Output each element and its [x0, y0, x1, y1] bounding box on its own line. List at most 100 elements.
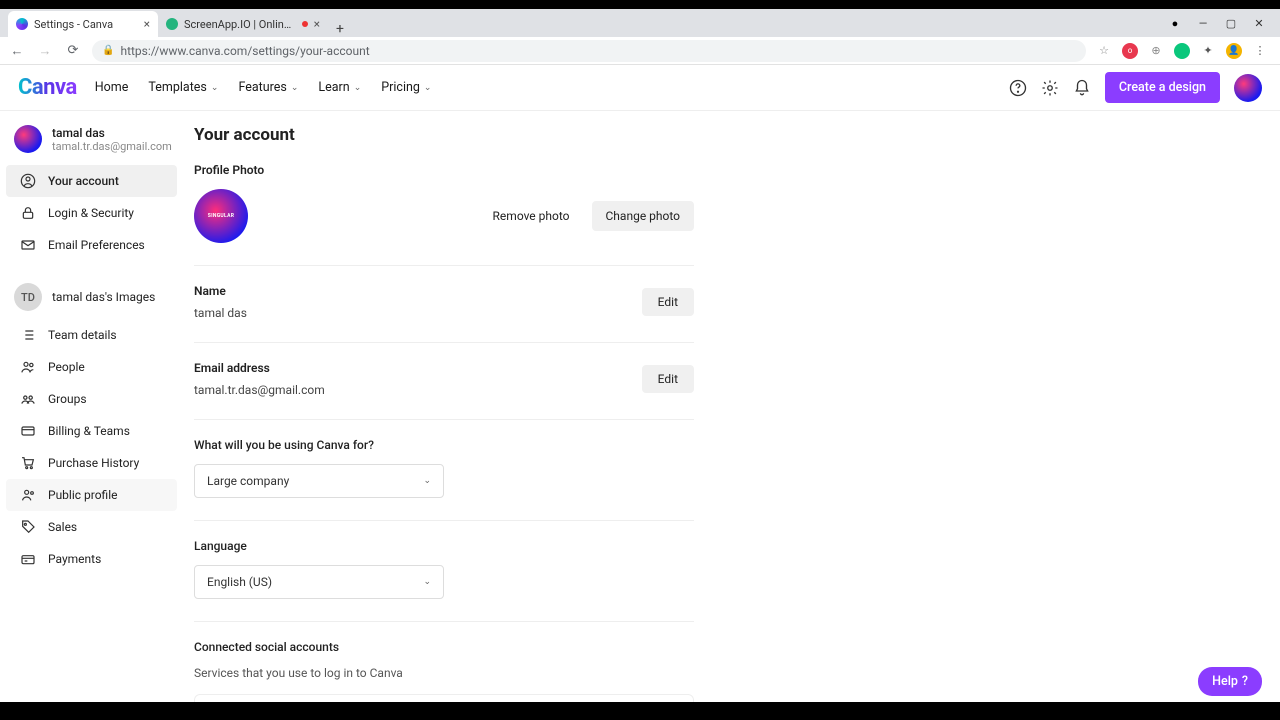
- name-value: tamal das: [194, 306, 247, 320]
- name-label: Name: [194, 284, 247, 298]
- sidebar-item-label: People: [48, 360, 85, 374]
- gear-icon[interactable]: [1041, 79, 1059, 97]
- language-select[interactable]: English (US) ⌄: [194, 565, 444, 599]
- team-label: tamal das's Images: [52, 290, 155, 304]
- email-label: Email address: [194, 361, 325, 375]
- new-tab-button[interactable]: +: [328, 21, 352, 37]
- maximize-icon[interactable]: ▢: [1224, 17, 1238, 30]
- sidebar-user: tamal das tamal.tr.das@gmail.com: [0, 125, 183, 165]
- favicon-screenapp: [166, 18, 178, 30]
- cart-icon: [20, 455, 36, 471]
- sidebar-item-payments[interactable]: Payments: [6, 543, 177, 575]
- canva-logo[interactable]: Canva: [18, 75, 77, 100]
- question-icon: ?: [1242, 674, 1248, 689]
- tab-screenapp[interactable]: ScreenApp.IO | Online Screen ×: [158, 11, 328, 37]
- page-title: Your account: [194, 125, 694, 145]
- sidebar-item-people[interactable]: People: [6, 351, 177, 383]
- sidebar-user-name: tamal das: [52, 126, 172, 140]
- sidebar-item-login-security[interactable]: Login & Security: [6, 197, 177, 229]
- usage-label: What will you be using Canva for?: [194, 438, 694, 452]
- mail-icon: [20, 237, 36, 253]
- minimize-icon[interactable]: —: [1196, 17, 1210, 30]
- profile-photo: [194, 189, 248, 243]
- sidebar-item-your-account[interactable]: Your account: [6, 165, 177, 197]
- chevron-down-icon: ⌄: [354, 83, 362, 93]
- remove-photo-button[interactable]: Remove photo: [481, 201, 582, 231]
- edit-name-button[interactable]: Edit: [642, 288, 694, 316]
- sidebar-team: TD tamal das's Images: [0, 275, 183, 319]
- close-icon[interactable]: ×: [314, 17, 320, 31]
- sidebar-item-email-preferences[interactable]: Email Preferences: [6, 229, 177, 261]
- forward-button[interactable]: →: [36, 43, 54, 59]
- email-value: tamal.tr.das@gmail.com: [194, 383, 325, 397]
- sidebar-item-label: Email Preferences: [48, 238, 145, 252]
- sidebar-item-label: Billing & Teams: [48, 424, 130, 438]
- profile-photo-label: Profile Photo: [194, 163, 694, 177]
- sidebar-item-label: Your account: [48, 174, 119, 188]
- team-badge: TD: [14, 283, 42, 311]
- usage-value: Large company: [207, 474, 289, 488]
- help-icon[interactable]: [1009, 79, 1027, 97]
- avatar: [14, 125, 42, 153]
- lock-icon: 🔒: [102, 45, 114, 56]
- nav-learn[interactable]: Learn⌄: [318, 80, 361, 95]
- divider: [194, 621, 694, 622]
- divider: [194, 419, 694, 420]
- nav-pricing[interactable]: Pricing⌄: [381, 80, 431, 95]
- sidebar-item-purchase-history[interactable]: Purchase History: [6, 447, 177, 479]
- connected-label: Connected social accounts: [194, 640, 694, 654]
- close-window-icon[interactable]: ✕: [1252, 17, 1266, 30]
- extension-icon[interactable]: o: [1122, 43, 1138, 59]
- top-nav: Home Templates⌄ Features⌄ Learn⌄ Pricing…: [95, 80, 432, 95]
- usage-select[interactable]: Large company ⌄: [194, 464, 444, 498]
- sidebar-user-email: tamal.tr.das@gmail.com: [52, 140, 172, 153]
- tab-bar: Settings - Canva × ScreenApp.IO | Online…: [0, 9, 1280, 37]
- sidebar-item-sales[interactable]: Sales: [6, 511, 177, 543]
- nav-templates[interactable]: Templates⌄: [148, 80, 218, 95]
- sidebar-item-label: Purchase History: [48, 456, 139, 470]
- chevron-down-icon: ⌄: [423, 577, 431, 587]
- extensions-menu-icon[interactable]: ✦: [1200, 43, 1216, 59]
- sidebar-item-public-profile[interactable]: Public profile: [6, 479, 177, 511]
- chevron-down-icon: ⌄: [291, 83, 299, 93]
- app: Canva Home Templates⌄ Features⌄ Learn⌄ P…: [0, 65, 1280, 702]
- browser-chrome: Settings - Canva × ScreenApp.IO | Online…: [0, 9, 1280, 65]
- record-icon[interactable]: ●: [1168, 17, 1182, 30]
- window-controls: ● — ▢ ✕: [1168, 17, 1280, 30]
- change-photo-button[interactable]: Change photo: [592, 201, 695, 231]
- nav-features[interactable]: Features⌄: [238, 80, 298, 95]
- profile-chip-icon[interactable]: 👤: [1226, 43, 1242, 59]
- create-design-button[interactable]: Create a design: [1105, 72, 1220, 103]
- sidebar-item-billing-teams[interactable]: Billing & Teams: [6, 415, 177, 447]
- edit-email-button[interactable]: Edit: [642, 365, 694, 393]
- recording-icon: [302, 21, 308, 27]
- app-header: Canva Home Templates⌄ Features⌄ Learn⌄ P…: [0, 65, 1280, 111]
- extension-icons: ☆ o ⊕ ✦ 👤 ⋮: [1096, 43, 1272, 59]
- reload-button[interactable]: ⟳: [64, 43, 82, 58]
- bell-icon[interactable]: [1073, 79, 1091, 97]
- sidebar-item-team-details[interactable]: Team details: [6, 319, 177, 351]
- help-button[interactable]: Help ?: [1198, 667, 1262, 696]
- star-icon[interactable]: ☆: [1096, 43, 1112, 59]
- extension-icon[interactable]: ⊕: [1148, 43, 1164, 59]
- wallet-icon: [20, 551, 36, 567]
- tab-canva-settings[interactable]: Settings - Canva ×: [8, 11, 158, 37]
- kebab-menu-icon[interactable]: ⋮: [1252, 43, 1268, 59]
- extension-icon[interactable]: [1174, 43, 1190, 59]
- avatar[interactable]: [1234, 74, 1262, 102]
- tab-title: ScreenApp.IO | Online Screen: [184, 18, 296, 31]
- settings-sidebar: tamal das tamal.tr.das@gmail.com Your ac…: [0, 111, 184, 702]
- sidebar-item-groups[interactable]: Groups: [6, 383, 177, 415]
- connected-account-google: Google Disconnect: [194, 694, 694, 702]
- user-circle-icon: [20, 173, 36, 189]
- sidebar-item-label: Login & Security: [48, 206, 134, 220]
- list-icon: [20, 327, 36, 343]
- lock-icon: [20, 205, 36, 221]
- language-value: English (US): [207, 575, 272, 589]
- language-label: Language: [194, 539, 694, 553]
- close-icon[interactable]: ×: [144, 17, 150, 31]
- nav-home[interactable]: Home: [95, 80, 129, 95]
- url-field[interactable]: 🔒: [92, 40, 1086, 62]
- url-input[interactable]: [120, 44, 1076, 58]
- back-button[interactable]: ←: [8, 43, 26, 59]
